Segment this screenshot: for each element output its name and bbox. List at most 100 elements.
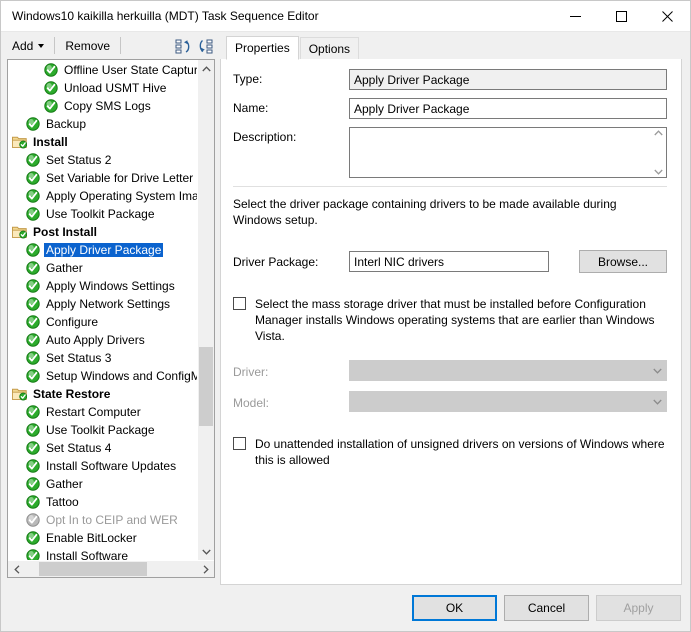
- tree-step-item[interactable]: Copy SMS Logs: [8, 97, 197, 115]
- tree-step-item[interactable]: Restart Computer: [8, 403, 197, 421]
- vertical-scroll-thumb[interactable]: [199, 347, 213, 427]
- driver-package-label: Driver Package:: [233, 254, 319, 269]
- green-check-icon: [26, 261, 44, 275]
- tree-folder-item[interactable]: Install: [8, 133, 197, 151]
- tree-step-item[interactable]: Gather: [8, 259, 197, 277]
- tree-item-label: Apply Operating System Image: [46, 189, 197, 203]
- tab-options-label: Options: [308, 42, 351, 56]
- tree-step-item[interactable]: Use Toolkit Package: [8, 205, 197, 223]
- tree-folder-item[interactable]: Post Install: [8, 223, 197, 241]
- properties-content: Type: Name: Description:: [220, 59, 682, 585]
- scroll-left-button[interactable]: [8, 561, 25, 577]
- tree-step-item[interactable]: Apply Windows Settings: [8, 277, 197, 295]
- tree-step-item[interactable]: Gather: [8, 475, 197, 493]
- task-sequence-tree-panel: Offline User State Capture Unload USMT Hi…: [1, 59, 220, 585]
- tree-folder-item[interactable]: State Restore: [8, 385, 197, 403]
- toolbar-separator-2: [120, 37, 122, 54]
- tree-item-label: Apply Driver Package: [44, 243, 164, 257]
- tree-step-item[interactable]: Apply Operating System Image: [8, 187, 197, 205]
- description-field-row: Description:: [233, 127, 667, 178]
- cancel-button[interactable]: Cancel: [504, 595, 589, 621]
- horizontal-scroll-track[interactable]: [25, 561, 197, 577]
- tree-step-item[interactable]: Install Software: [8, 547, 197, 560]
- green-check-icon: [26, 171, 44, 185]
- add-button[interactable]: Add: [7, 37, 49, 55]
- tree-step-item[interactable]: Auto Apply Drivers: [8, 331, 197, 349]
- green-check-icon: [26, 243, 44, 257]
- description-textarea[interactable]: [350, 128, 650, 177]
- type-input: [349, 69, 667, 90]
- vertical-scroll-track[interactable]: [198, 77, 214, 543]
- green-check-icon: [26, 297, 44, 311]
- unattended-checkbox[interactable]: [233, 437, 246, 450]
- tree-step-item[interactable]: Apply Driver Package: [8, 241, 197, 259]
- folder-icon: [12, 225, 31, 239]
- maximize-button[interactable]: [598, 1, 644, 32]
- remove-button[interactable]: Remove: [60, 37, 115, 55]
- tree-step-item[interactable]: Offline User State Capture: [8, 61, 197, 79]
- tree-item-label: Enable BitLocker: [46, 531, 137, 545]
- tree-item-label: Use Toolkit Package: [46, 423, 155, 437]
- tab-options[interactable]: Options: [299, 37, 360, 60]
- description-label: Description:: [233, 130, 297, 144]
- driver-package-input[interactable]: [349, 251, 549, 272]
- description-scrollbar[interactable]: [650, 128, 666, 177]
- tree-step-item[interactable]: Install Software Updates: [8, 457, 197, 475]
- tree-step-item[interactable]: Set Variable for Drive Letter: [8, 169, 197, 187]
- tree-item-label: Unload USMT Hive: [64, 81, 167, 95]
- tree-horizontal-scrollbar[interactable]: [8, 560, 214, 577]
- minimize-button[interactable]: [552, 1, 598, 32]
- window-title: Windows10 kaikilla herkuilla (MDT) Task …: [12, 9, 319, 23]
- driver-combo-row: Driver:: [233, 360, 667, 381]
- ok-button[interactable]: OK: [412, 595, 497, 621]
- add-button-label: Add: [12, 38, 34, 53]
- close-button[interactable]: [644, 1, 690, 32]
- green-check-icon: [26, 153, 44, 167]
- scroll-right-button[interactable]: [197, 561, 214, 577]
- tree-vertical-scrollbar[interactable]: [197, 60, 214, 560]
- scroll-up-button[interactable]: [198, 60, 214, 77]
- properties-panel: Type: Name: Description:: [220, 59, 690, 585]
- driver-combobox: [349, 360, 667, 381]
- scroll-down-button[interactable]: [198, 543, 214, 560]
- tree-step-item[interactable]: Apply Network Settings: [8, 295, 197, 313]
- green-check-icon: [44, 99, 62, 113]
- tree-step-item[interactable]: Unload USMT Hive: [8, 79, 197, 97]
- tree-item-label: Copy SMS Logs: [64, 99, 151, 113]
- tree-item-label: Use Toolkit Package: [46, 207, 155, 221]
- tree-item-label: Gather: [46, 261, 83, 275]
- folder-icon: [12, 135, 31, 149]
- disabled-step-icon: [26, 513, 44, 527]
- tree-step-item[interactable]: Set Status 3: [8, 349, 197, 367]
- tree-item-label: Restart Computer: [46, 405, 141, 419]
- tree-step-item[interactable]: Tattoo: [8, 493, 197, 511]
- tree-item-label: Apply Windows Settings: [46, 279, 175, 293]
- mass-storage-checkbox[interactable]: [233, 297, 246, 310]
- tree-step-item[interactable]: Backup: [8, 115, 197, 133]
- tree-item-label: Set Variable for Drive Letter: [46, 171, 194, 185]
- tree-step-item[interactable]: Opt In to CEIP and WER: [8, 511, 197, 529]
- tree-step-item[interactable]: Set Status 4: [8, 439, 197, 457]
- tree-step-item[interactable]: Enable BitLocker: [8, 529, 197, 547]
- tree-step-item[interactable]: Configure: [8, 313, 197, 331]
- tab-properties[interactable]: Properties: [226, 36, 299, 60]
- tree-step-item[interactable]: Set Status 2: [8, 151, 197, 169]
- description-scroll-down-icon: [653, 169, 663, 175]
- green-check-icon: [26, 207, 44, 221]
- tree-step-item[interactable]: Setup Windows and ConfigMgr: [8, 367, 197, 385]
- tree-item-list[interactable]: Offline User State Capture Unload USMT Hi…: [8, 60, 197, 560]
- move-down-button[interactable]: [194, 35, 216, 56]
- model-label: Model:: [233, 396, 270, 410]
- name-label: Name:: [233, 101, 269, 115]
- green-check-icon: [44, 63, 62, 77]
- move-up-button[interactable]: [172, 35, 194, 56]
- tree-step-item[interactable]: Use Toolkit Package: [8, 421, 197, 439]
- unattended-checkbox-row: Do unattended installation of unsigned d…: [233, 436, 667, 468]
- apply-button: Apply: [596, 595, 681, 621]
- tree-item-label: Set Status 3: [46, 351, 112, 365]
- horizontal-scroll-thumb[interactable]: [38, 562, 148, 576]
- name-input[interactable]: [349, 98, 667, 119]
- browse-button[interactable]: Browse...: [579, 250, 667, 273]
- dialog-footer: OK Cancel Apply: [1, 585, 690, 631]
- window-controls: [552, 1, 690, 32]
